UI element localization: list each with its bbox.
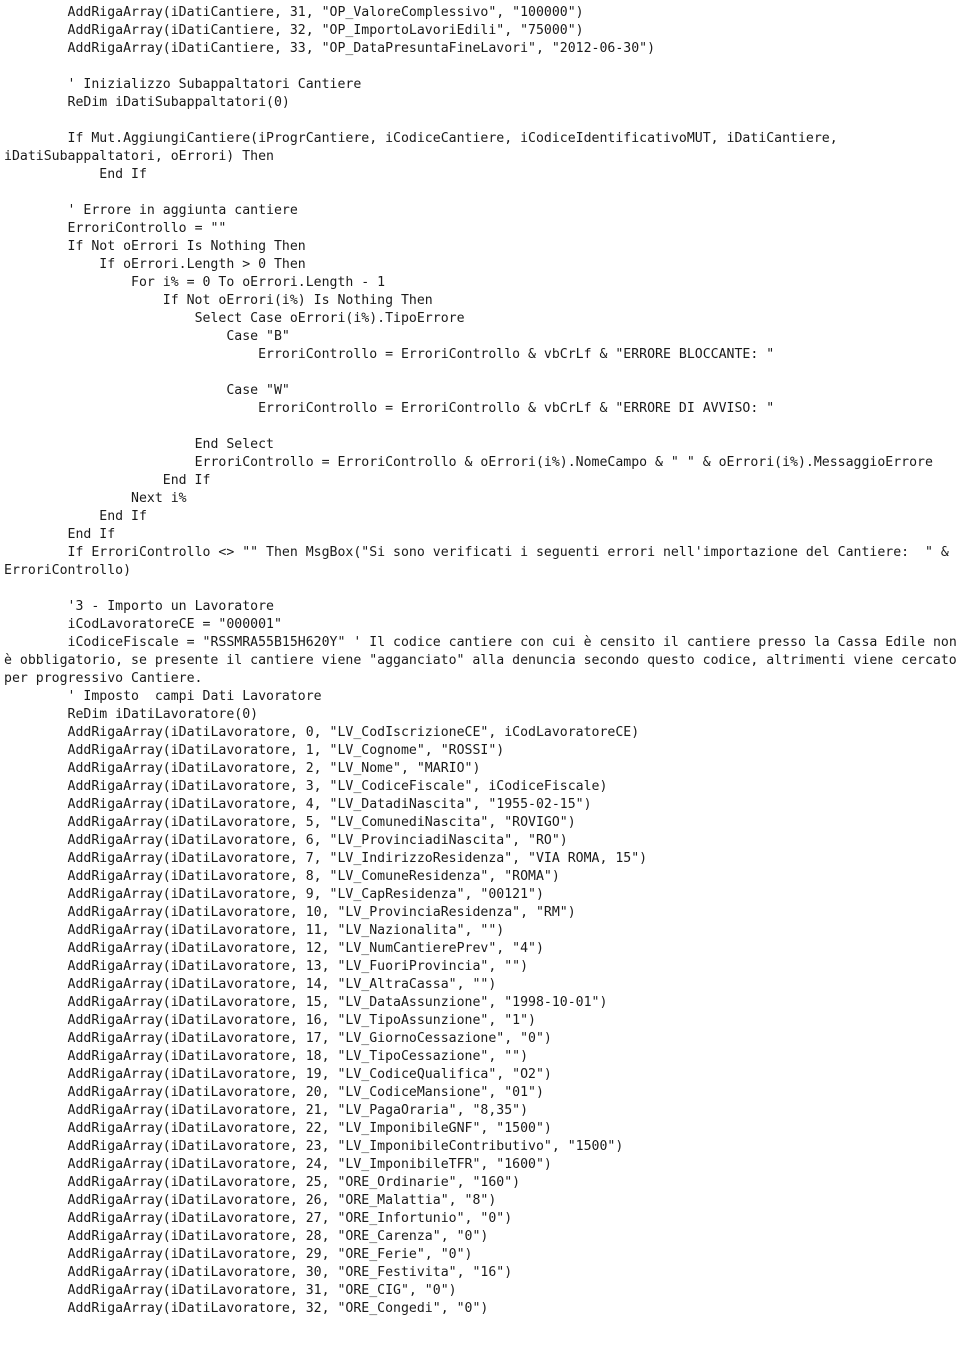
code-line: End Select [194, 437, 274, 452]
document-page: AddRigaArray(iDatiCantiere, 31, "OP_Valo… [0, 0, 960, 1360]
code-line: For i% = 0 To oErrori.Length - 1 [131, 275, 386, 290]
code-line: ' Inizializzo Subappaltatori Cantiere [67, 77, 362, 92]
code-line: AddRigaArray(iDatiLavoratore, 12, "LV_Nu… [67, 941, 544, 956]
code-line: ErroriControllo = "" [67, 221, 227, 236]
code-line: AddRigaArray(iDatiCantiere, 31, "OP_Valo… [67, 5, 584, 20]
code-line: AddRigaArray(iDatiLavoratore, 3, "LV_Cod… [67, 779, 608, 794]
code-line: If Not oErrori(i%) Is Nothing Then [162, 293, 433, 308]
code-line: AddRigaArray(iDatiLavoratore, 7, "LV_Ind… [67, 851, 648, 866]
code-line: ' Imposto campi Dati Lavoratore [67, 689, 322, 704]
code-line: '3 - Importo un Lavoratore [67, 599, 274, 614]
code-line: AddRigaArray(iDatiLavoratore, 5, "LV_Com… [67, 815, 576, 830]
code-line: AddRigaArray(iDatiLavoratore, 16, "LV_Ti… [67, 1013, 536, 1028]
code-line: AddRigaArray(iDatiLavoratore, 0, "LV_Cod… [67, 725, 640, 740]
code-line: AddRigaArray(iDatiLavoratore, 32, "ORE_C… [67, 1301, 489, 1316]
code-line: AddRigaArray(iDatiLavoratore, 4, "LV_Dat… [67, 797, 592, 812]
code-line: AddRigaArray(iDatiLavoratore, 10, "LV_Pr… [67, 905, 576, 920]
code-line: AddRigaArray(iDatiLavoratore, 6, "LV_Pro… [67, 833, 568, 848]
code-line: ReDim iDatiSubappaltatori(0) [67, 95, 290, 110]
code-line: AddRigaArray(iDatiLavoratore, 25, "ORE_O… [67, 1175, 521, 1190]
code-line: AddRigaArray(iDatiCantiere, 33, "OP_Data… [67, 41, 656, 56]
code-line: AddRigaArray(iDatiLavoratore, 20, "LV_Co… [67, 1085, 544, 1100]
code-line: ErroriControllo = ErroriControllo & vbCr… [258, 401, 775, 416]
code-line: AddRigaArray(iDatiLavoratore, 14, "LV_Al… [67, 977, 497, 992]
code-line: AddRigaArray(iDatiLavoratore, 18, "LV_Ti… [67, 1049, 529, 1064]
code-line: AddRigaArray(iDatiLavoratore, 19, "LV_Co… [67, 1067, 552, 1082]
code-line: AddRigaArray(iDatiLavoratore, 22, "LV_Im… [67, 1121, 552, 1136]
code-line: ' Errore in aggiunta cantiere [67, 203, 298, 218]
code-line: AddRigaArray(iDatiLavoratore, 31, "ORE_C… [67, 1283, 457, 1298]
code-line: End If [162, 473, 211, 488]
code-line: Next i% [131, 491, 187, 506]
code-line: AddRigaArray(iDatiLavoratore, 1, "LV_Cog… [67, 743, 505, 758]
code-line: AddRigaArray(iDatiLavoratore, 8, "LV_Com… [67, 869, 560, 884]
code-line: Case "B" [226, 329, 290, 344]
code-line: AddRigaArray(iDatiLavoratore, 13, "LV_Fu… [67, 959, 529, 974]
code-line: AddRigaArray(iDatiLavoratore, 29, "ORE_F… [67, 1247, 473, 1262]
code-line: ErroriControllo = ErroriControllo & oErr… [194, 455, 933, 470]
code-line: End If [67, 527, 116, 542]
code-line: AddRigaArray(iDatiLavoratore, 17, "LV_Gi… [67, 1031, 552, 1046]
code-line: AddRigaArray(iDatiLavoratore, 24, "LV_Im… [67, 1157, 552, 1172]
code-line: ReDim iDatiLavoratore(0) [67, 707, 259, 722]
code-line: AddRigaArray(iDatiLavoratore, 9, "LV_Cap… [67, 887, 544, 902]
code-line: ErroriControllo = ErroriControllo & vbCr… [258, 347, 775, 362]
code-line: AddRigaArray(iDatiLavoratore, 26, "ORE_M… [67, 1193, 497, 1208]
code-line: Select Case oErrori(i%).TipoErrore [194, 311, 465, 326]
code-line: iCodLavoratoreCE = "000001" [67, 617, 282, 632]
code-line: AddRigaArray(iDatiLavoratore, 23, "LV_Im… [67, 1139, 624, 1154]
code-line: If ErroriControllo <> "" Then MsgBox("Si… [4, 545, 949, 578]
code-line: AddRigaArray(iDatiLavoratore, 27, "ORE_I… [67, 1211, 513, 1226]
code-line: AddRigaArray(iDatiLavoratore, 21, "LV_Pa… [67, 1103, 529, 1118]
code-line: AddRigaArray(iDatiCantiere, 32, "OP_Impo… [67, 23, 584, 38]
code-line: AddRigaArray(iDatiLavoratore, 2, "LV_Nom… [67, 761, 481, 776]
code-line: iCodiceFiscale = "RSSMRA55B15H620Y" ' Il… [4, 635, 957, 686]
code-line: If Mut.AggiungiCantiere(iProgrCantiere, … [4, 131, 838, 164]
code-line: AddRigaArray(iDatiLavoratore, 30, "ORE_F… [67, 1265, 513, 1280]
code-line: If Not oErrori Is Nothing Then [67, 239, 306, 254]
code-line: If oErrori.Length > 0 Then [99, 257, 306, 272]
code-line: AddRigaArray(iDatiLavoratore, 15, "LV_Da… [67, 995, 608, 1010]
code-line: End If [99, 167, 147, 182]
code-line: AddRigaArray(iDatiLavoratore, 28, "ORE_C… [67, 1229, 489, 1244]
code-line: AddRigaArray(iDatiLavoratore, 11, "LV_Na… [67, 923, 505, 938]
code-line: Case "W" [226, 383, 290, 398]
code-line: End If [99, 509, 147, 524]
code-listing[interactable]: AddRigaArray(iDatiCantiere, 31, "OP_Valo… [0, 0, 960, 1318]
